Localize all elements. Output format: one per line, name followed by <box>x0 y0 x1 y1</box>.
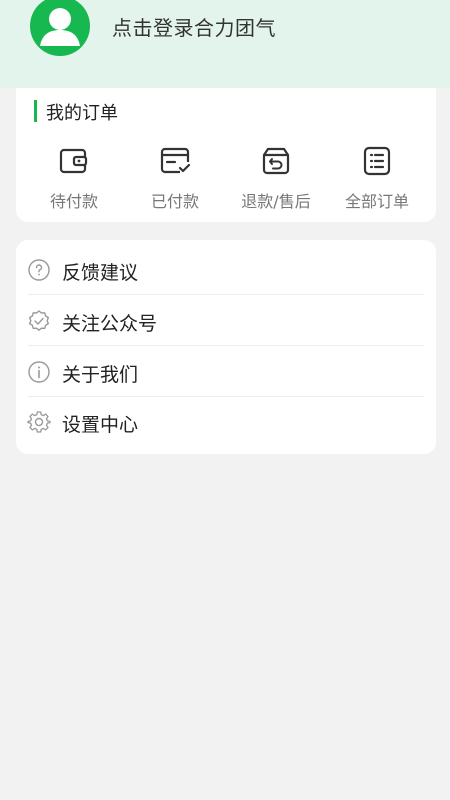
my-orders-card: 我的订单 待付款 已付款 退款/售后 全部订单 <box>16 88 436 222</box>
orders-section-title: 我的订单 <box>46 103 118 124</box>
settings-menu-card: 反馈建议 关注公众号 关于我们 设置中心 <box>16 240 436 454</box>
section-accent-bar <box>34 100 37 122</box>
avatar[interactable] <box>30 0 90 56</box>
paid-card-icon <box>160 147 191 174</box>
order-all-label: 全部订单 <box>344 192 409 211</box>
menu-item-feedback[interactable]: 反馈建议 <box>16 245 436 295</box>
gear-icon <box>27 411 51 433</box>
menu-item-feedback-label: 反馈建议 <box>62 262 139 284</box>
menu-item-about-us[interactable]: 关于我们 <box>16 347 436 397</box>
order-paid-label: 已付款 <box>150 192 199 211</box>
order-paid[interactable]: 已付款 <box>125 138 225 212</box>
menu-item-settings[interactable]: 设置中心 <box>16 397 436 447</box>
divider <box>28 345 424 346</box>
info-circle-icon <box>28 361 50 383</box>
order-refund-after-sales[interactable]: 退款/售后 <box>226 138 326 212</box>
order-pending-payment-label: 待付款 <box>49 192 98 211</box>
verified-badge-icon <box>29 310 49 331</box>
menu-item-settings-label: 设置中心 <box>62 414 139 436</box>
order-list-icon <box>363 146 391 176</box>
profile-header: 点击登录合力团气 <box>0 0 450 88</box>
order-refund-label: 退款/售后 <box>241 192 311 211</box>
order-pending-payment[interactable]: 待付款 <box>24 138 124 212</box>
refund-box-icon <box>262 147 290 175</box>
menu-item-follow-official-account[interactable]: 关注公众号 <box>16 296 436 346</box>
menu-item-follow-label: 关注公众号 <box>62 313 158 335</box>
question-circle-icon <box>28 259 50 281</box>
wallet-icon <box>59 148 88 174</box>
user-icon <box>40 8 80 46</box>
order-all[interactable]: 全部订单 <box>327 138 427 212</box>
login-prompt[interactable]: 点击登录合力团气 <box>112 12 276 41</box>
divider <box>28 294 424 295</box>
menu-item-about-label: 关于我们 <box>62 364 139 386</box>
